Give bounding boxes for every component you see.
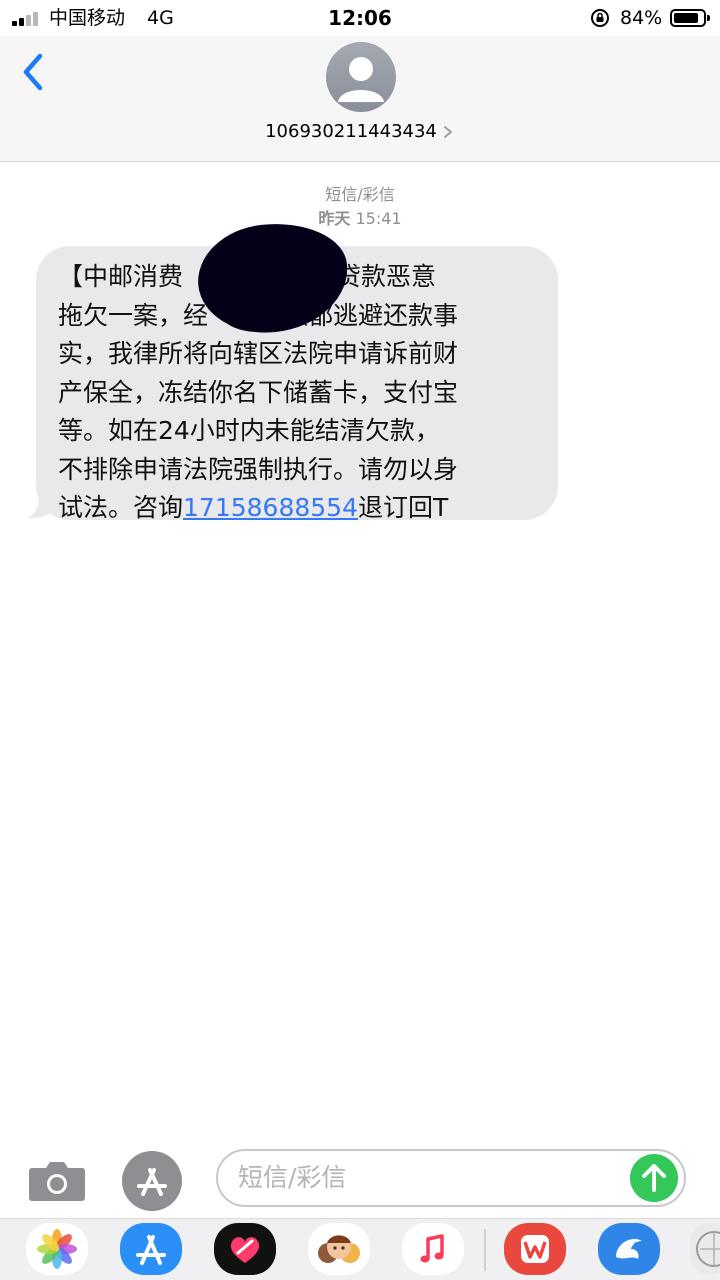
timestamp-day: 昨天	[318, 209, 351, 228]
message-line: 产保全，冻结你名下储蓄卡，支付宝	[58, 377, 459, 407]
more-app-icon[interactable]	[690, 1223, 720, 1275]
message-timestamp: 昨天 15:41	[0, 208, 720, 230]
contact-details-button[interactable]: 106930211443434	[0, 120, 720, 144]
memoji-app-icon[interactable]	[308, 1223, 370, 1275]
wps-app-icon[interactable]	[504, 1223, 566, 1275]
person-icon	[338, 57, 384, 102]
timestamp-time: 15:41	[355, 209, 402, 228]
battery-percentage: 84%	[620, 7, 663, 29]
rotation-lock-icon	[591, 9, 609, 27]
message-line: 不排除申请法院强制执行。请勿以身	[58, 454, 459, 484]
app-drawer	[0, 1218, 720, 1280]
message-input-placeholder: 短信/彩信	[238, 1163, 347, 1192]
conversation-header: 106930211443434	[0, 36, 720, 162]
dolphin-app-icon[interactable]	[598, 1223, 660, 1275]
status-bar: 中国移动 4G 12:06 84%	[0, 0, 720, 36]
music-app-icon[interactable]	[402, 1223, 464, 1275]
incoming-message[interactable]: 【中邮消费 关于你贷款恶意 拖欠一案，经 催缴都逃避还款事 实，我律所将向辖区法院申…	[28, 216, 558, 522]
back-button[interactable]	[14, 50, 54, 94]
contact-number: 106930211443434	[265, 121, 437, 142]
send-button[interactable]	[630, 1154, 678, 1202]
compose-bar: 短信/彩信	[0, 1140, 720, 1218]
app-store-app-icon[interactable]	[120, 1223, 182, 1275]
camera-button[interactable]	[28, 1158, 86, 1202]
message-input[interactable]: 短信/彩信	[216, 1149, 686, 1207]
message-type-label: 短信/彩信	[325, 185, 395, 204]
contact-avatar[interactable]	[326, 42, 396, 112]
message-line: 等。如在24小时内未能结清欠款，	[58, 416, 440, 445]
message-line: 实，我律所将向辖区法院申请诉前财	[58, 339, 459, 368]
app-store-button[interactable]	[121, 1150, 183, 1212]
phone-number-link[interactable]: 17158688554	[183, 493, 358, 522]
redaction-scribble	[218, 286, 298, 332]
drawer-divider	[484, 1229, 486, 1271]
chevron-right-icon	[443, 126, 452, 138]
battery-icon	[670, 9, 710, 27]
message-line: 试法。咨询17158688554退订回T	[58, 493, 449, 522]
digital-touch-app-icon[interactable]	[214, 1223, 276, 1275]
photos-app-icon[interactable]	[26, 1223, 88, 1275]
status-time: 12:06	[328, 6, 392, 30]
